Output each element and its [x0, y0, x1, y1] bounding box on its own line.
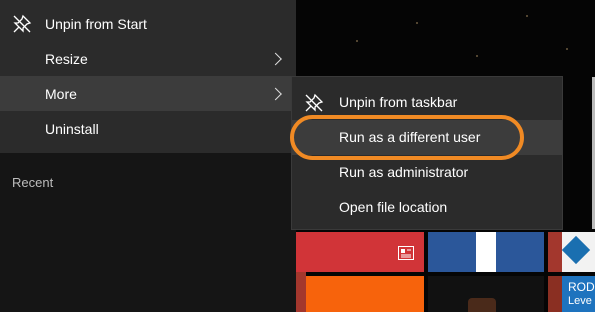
menu-item-label: More [45, 85, 77, 102]
tile-text-line1: ROD [568, 280, 595, 294]
chevron-right-icon [269, 52, 282, 65]
news-icon [398, 246, 414, 260]
menu-item-label: Uninstall [45, 120, 99, 137]
menu-item-more[interactable]: More [0, 76, 296, 111]
tile-maroon[interactable] [548, 276, 562, 312]
submenu-item-label: Unpin from taskbar [339, 94, 458, 110]
tile-red-right[interactable] [548, 232, 562, 272]
menu-item-uninstall[interactable]: Uninstall [0, 111, 296, 146]
unpin-icon [13, 14, 32, 33]
recent-section-label: Recent [12, 175, 54, 190]
menu-item-unpin-from-start[interactable]: Unpin from Start [0, 6, 296, 41]
submenu-item-run-as-administrator[interactable]: Run as administrator [292, 155, 562, 190]
tile-blue[interactable] [428, 232, 544, 272]
tile-dark-red[interactable] [296, 272, 306, 312]
unpin-icon [305, 93, 324, 112]
tile-text-line2: Leve [568, 295, 592, 307]
tile-white-right[interactable] [561, 232, 595, 272]
submenu-item-open-file-location[interactable]: Open file location [292, 190, 562, 225]
menu-item-resize[interactable]: Resize [0, 41, 296, 76]
context-menu: Unpin from Start Resize More Uninstall [0, 0, 296, 153]
menu-item-label: Unpin from Start [45, 15, 147, 32]
chevron-right-icon [269, 87, 282, 100]
tile-red[interactable] [296, 232, 424, 272]
tile-partial-blue[interactable]: ROD Leve [562, 276, 595, 312]
highlight-ring [290, 115, 524, 160]
tile-black[interactable] [428, 276, 544, 312]
submenu-item-label: Run as administrator [339, 164, 469, 180]
submenu-item-label: Open file location [339, 199, 448, 215]
tile-orange[interactable] [306, 276, 424, 312]
menu-item-label: Resize [45, 50, 88, 67]
